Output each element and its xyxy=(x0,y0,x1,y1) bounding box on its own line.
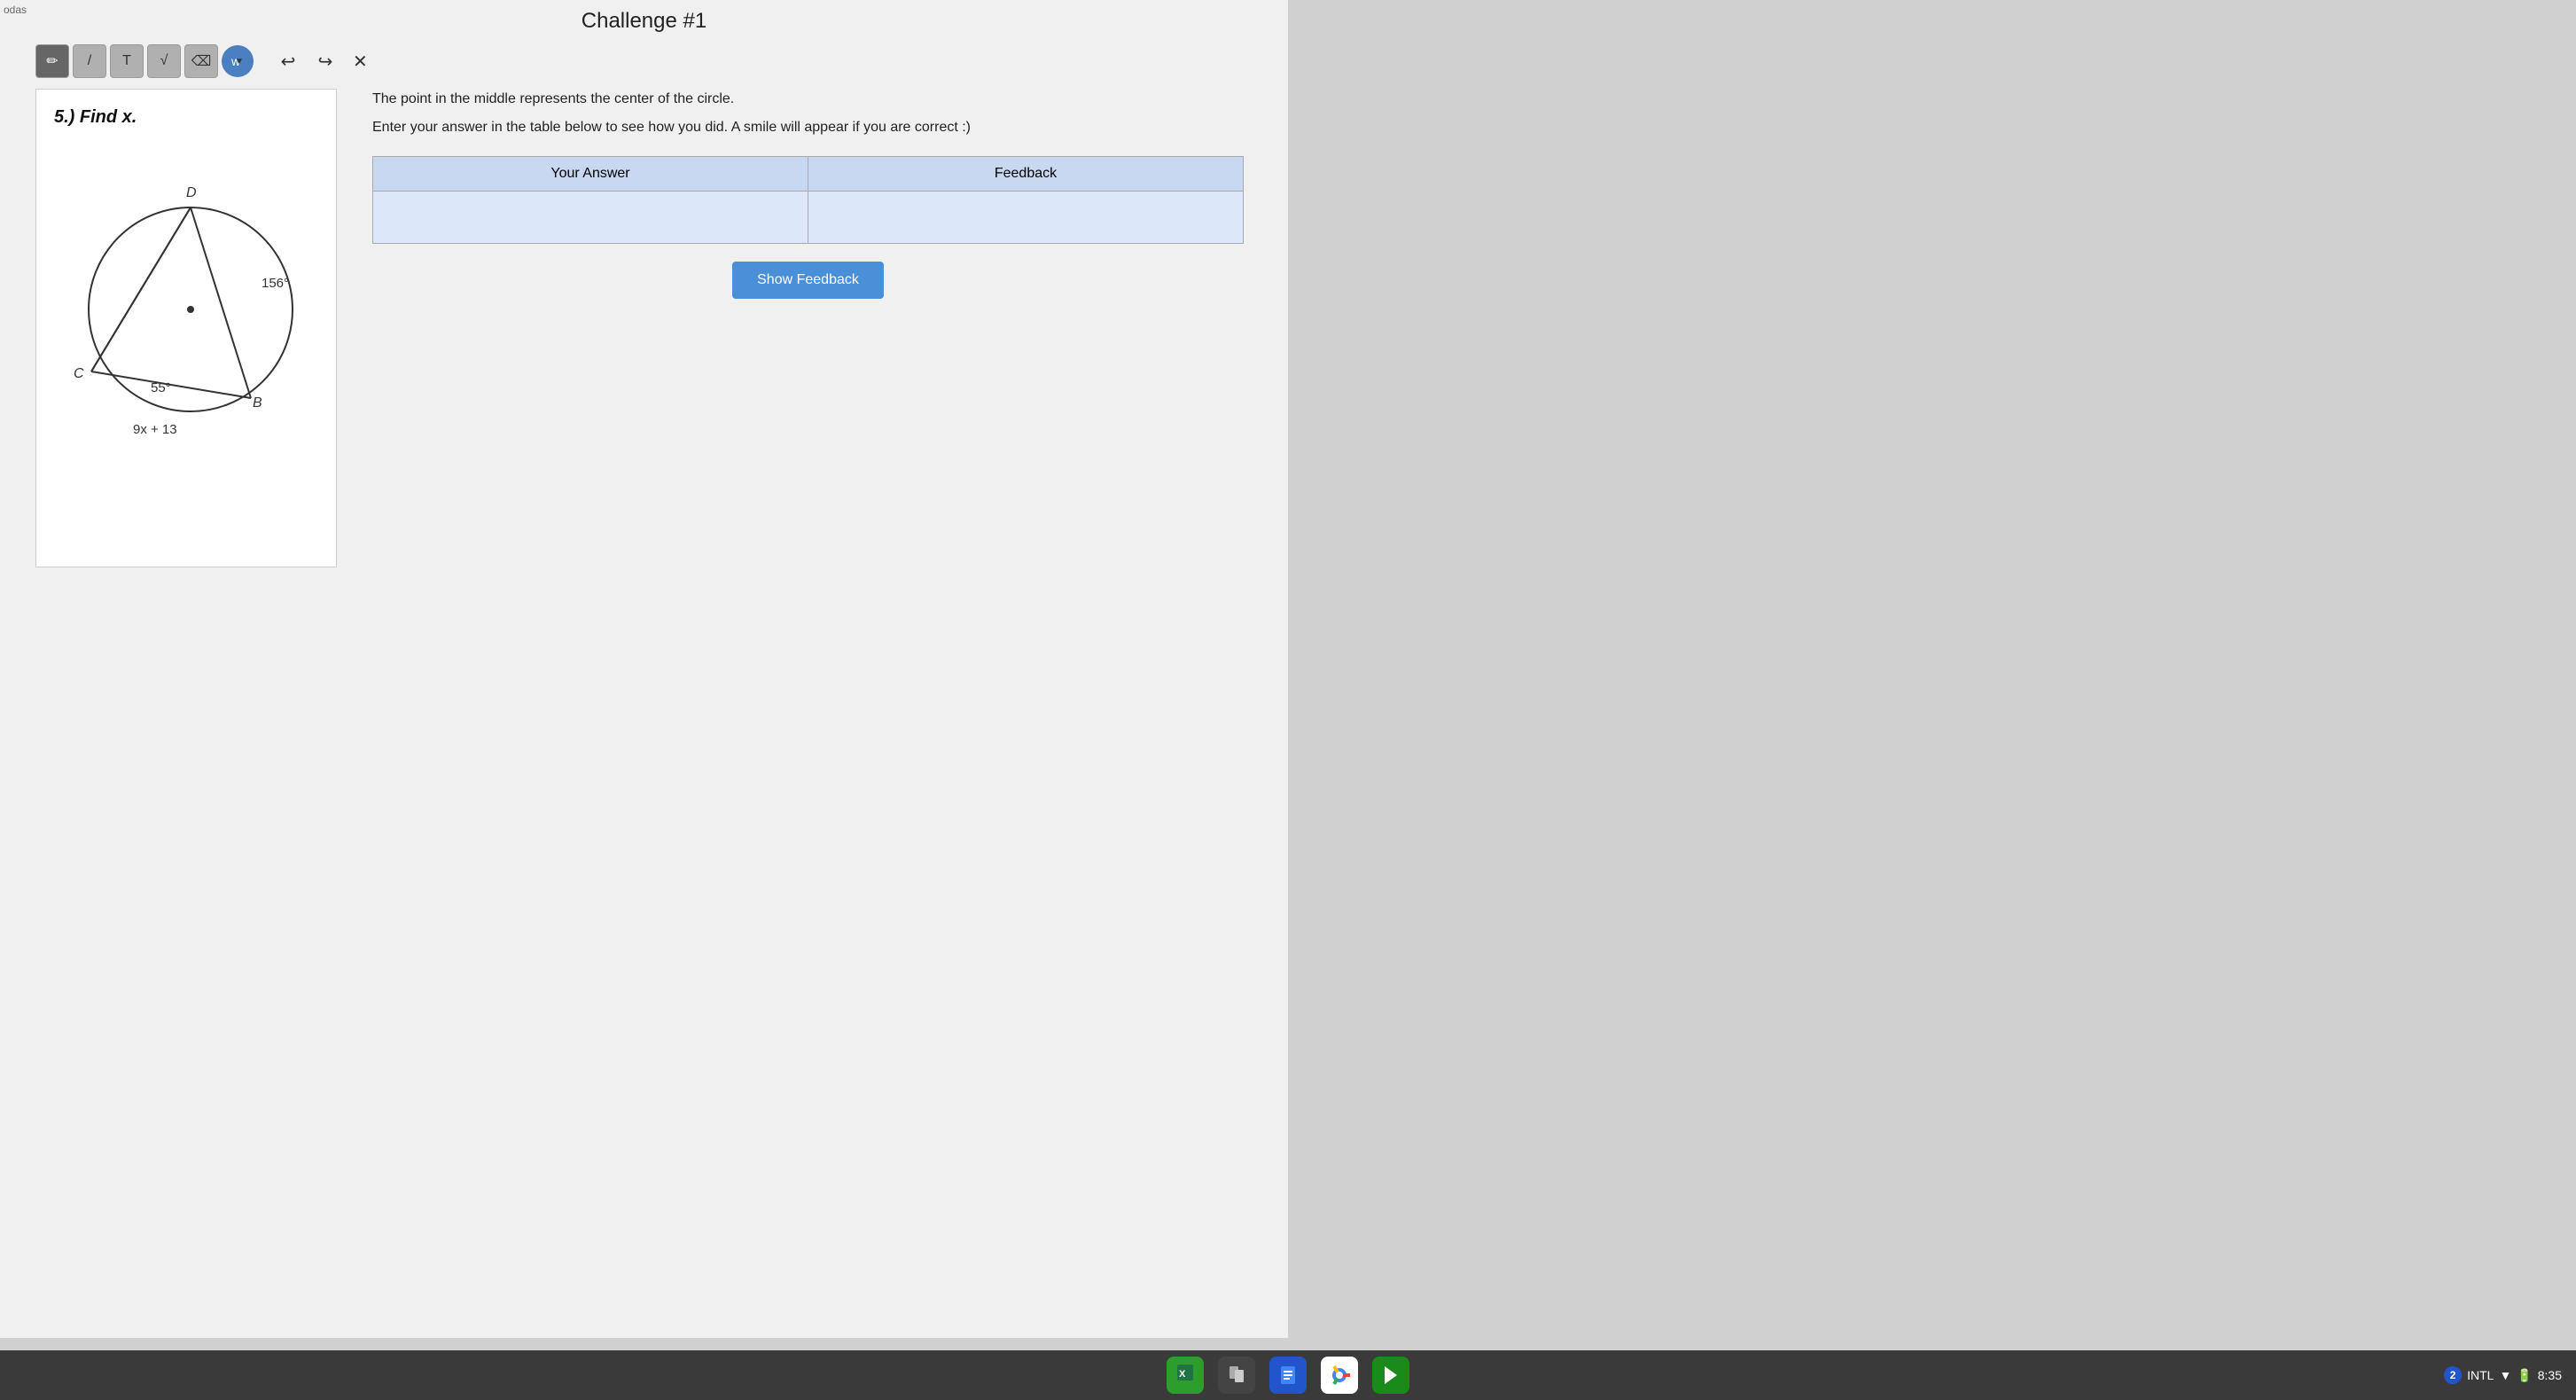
answer-input[interactable] xyxy=(391,209,790,225)
excel-symbol: X xyxy=(1175,1362,1196,1388)
docs-icon[interactable] xyxy=(1269,1357,1307,1394)
vertex-c-label: C xyxy=(74,366,84,381)
close-button[interactable]: ✕ xyxy=(346,47,375,76)
your-answer-cell[interactable] xyxy=(373,192,808,244)
notification-badge: 2 xyxy=(2444,1366,2462,1384)
svg-text:X: X xyxy=(1179,1369,1186,1380)
drawing-panel: 5.) Find x. xyxy=(35,89,337,567)
intl-label: INTL xyxy=(2467,1368,2494,1382)
wifi-icon: ▼ xyxy=(2499,1368,2511,1382)
toolbar: ✏ / T √ ⌫ w ▼ ↩ ↪ ✕ xyxy=(35,44,1253,78)
color-tool-button[interactable]: w ▼ xyxy=(222,45,254,77)
diagram-container: D C B 156° 55° 9x + 13 xyxy=(54,145,318,438)
angle-156-label: 156° xyxy=(262,276,289,291)
excel-icon[interactable]: X xyxy=(1167,1357,1204,1394)
show-feedback-button[interactable]: Show Feedback xyxy=(732,262,884,299)
description-text: The point in the middle represents the c… xyxy=(372,89,1244,138)
sqrt-tool-button[interactable]: √ xyxy=(147,44,181,78)
feedback-header: Feedback xyxy=(808,157,1244,192)
right-panel: The point in the middle represents the c… xyxy=(363,89,1253,567)
line-tool-button[interactable]: / xyxy=(73,44,106,78)
redo-button[interactable]: ↪ xyxy=(308,44,342,78)
files-icon[interactable] xyxy=(1218,1357,1255,1394)
app-name: odas xyxy=(4,4,27,16)
chrome-icon[interactable] xyxy=(1321,1357,1358,1394)
undo-button[interactable]: ↩ xyxy=(271,44,305,78)
problem-label: 5.) Find x. xyxy=(54,107,318,128)
vertex-d-label: D xyxy=(186,185,197,200)
circle-diagram: D C B 156° 55° 9x + 13 xyxy=(58,145,315,438)
feedback-cell xyxy=(808,192,1244,244)
vertex-b-label: B xyxy=(253,395,262,411)
description-line2: Enter your answer in the table below to … xyxy=(372,117,1244,138)
page-title: Challenge #1 xyxy=(35,9,1253,34)
play-store-icon[interactable] xyxy=(1372,1357,1409,1394)
dropdown-arrow-icon: ▼ xyxy=(235,57,244,66)
taskbar-status: 2 INTL ▼ 🔋 8:35 xyxy=(2444,1366,2562,1384)
angle-55-label: 55° xyxy=(151,380,171,395)
description-line1: The point in the middle represents the c… xyxy=(372,89,1244,110)
answer-table: Your Answer Feedback xyxy=(372,156,1244,244)
time-label: 8:35 xyxy=(2538,1368,2562,1382)
battery-icon: 🔋 xyxy=(2517,1368,2532,1383)
expression-label: 9x + 13 xyxy=(133,422,177,437)
your-answer-header: Your Answer xyxy=(373,157,808,192)
pencil-tool-button[interactable]: ✏ xyxy=(35,44,69,78)
eraser-tool-button[interactable]: ⌫ xyxy=(184,44,218,78)
text-tool-button[interactable]: T xyxy=(110,44,144,78)
taskbar: X 2 INTL ▼ 🔋 8:35 xyxy=(0,1350,2576,1400)
